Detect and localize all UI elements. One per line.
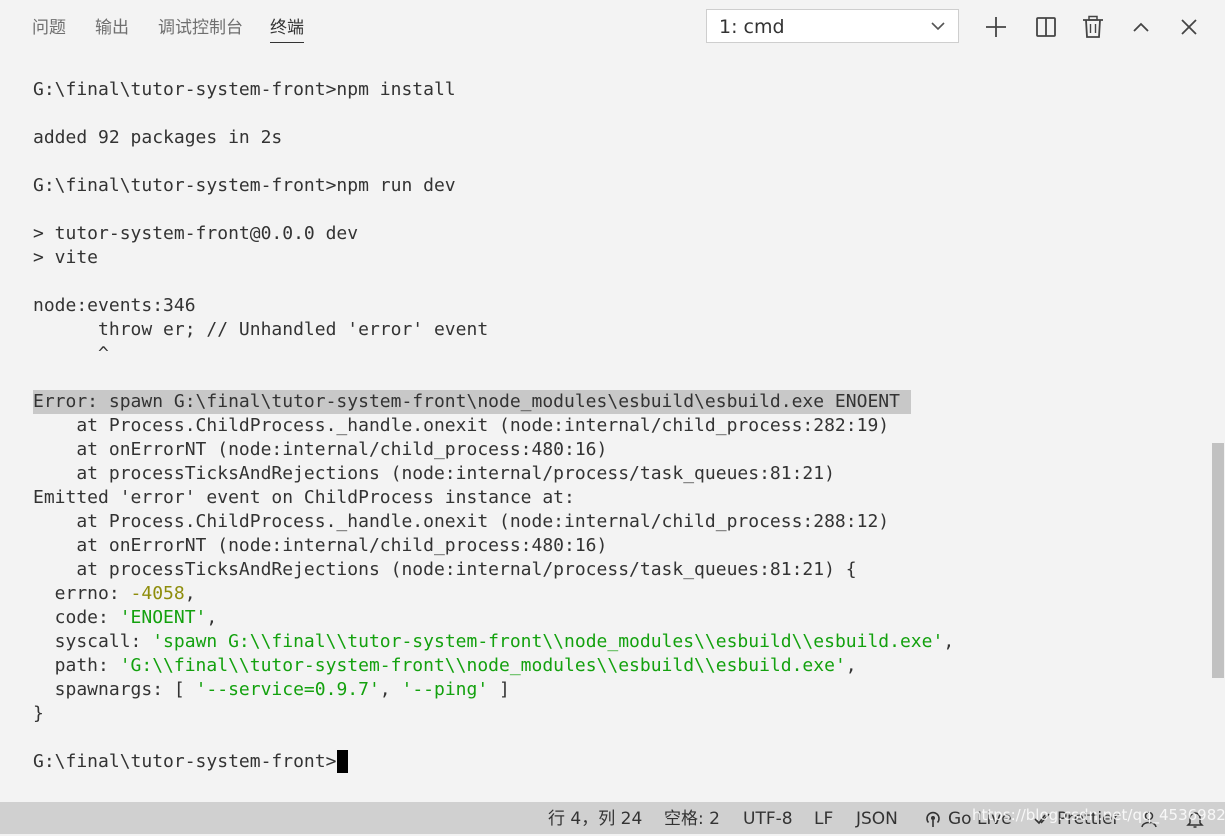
comma: , — [845, 655, 857, 676]
tab-terminal[interactable]: 终端 — [270, 16, 304, 43]
chevron-up-icon — [1133, 22, 1149, 32]
terminal-line: G:\final\tutor-system-front>npm run dev — [33, 175, 456, 196]
terminal-prompt-line[interactable]: G:\final\tutor-system-front> — [33, 750, 349, 774]
end-of-line[interactable]: LF — [814, 802, 833, 834]
separator: , — [379, 679, 402, 700]
kill-terminal-button[interactable] — [1080, 14, 1106, 40]
path-key: path: — [33, 655, 120, 676]
maximize-panel-button[interactable] — [1128, 14, 1154, 40]
tab-output[interactable]: 输出 — [95, 16, 129, 42]
terminal-line-selected: Error: spawn G:\final\tutor-system-front… — [33, 390, 911, 414]
terminal-line: at processTicksAndRejections (node:inter… — [33, 463, 835, 484]
spawnargs-value-1: '--service=0.9.7' — [195, 679, 380, 700]
terminal-line: node:events:346 — [33, 295, 196, 316]
prompt: G:\final\tutor-system-front> — [33, 751, 337, 772]
comma: , — [184, 583, 196, 604]
tab-problems[interactable]: 问题 — [32, 16, 66, 42]
terminal-line: spawnargs: [ '--service=0.9.7', '--ping'… — [33, 678, 510, 702]
bracket-close: ] — [488, 679, 510, 700]
syscall-key: syscall: — [33, 631, 153, 652]
terminal-line: path: 'G:\\final\\tutor-system-front\\no… — [33, 654, 857, 678]
terminal-line: code: 'ENOENT', — [33, 606, 218, 630]
code-key: code: — [33, 607, 120, 628]
close-icon — [1181, 19, 1197, 35]
terminal-cursor — [337, 750, 349, 773]
terminal-line: throw er; // Unhandled 'error' event — [33, 319, 489, 340]
terminal-select-value: 1: cmd — [719, 16, 785, 38]
language-mode[interactable]: JSON — [856, 802, 898, 834]
close-panel-button[interactable] — [1176, 14, 1202, 40]
errno-value: -4058 — [130, 583, 185, 604]
terminal-line: ^ — [33, 343, 109, 364]
comma: , — [943, 631, 955, 652]
split-terminal-button[interactable] — [1033, 14, 1059, 40]
terminal-line: errno: -4058, — [33, 582, 196, 606]
terminal-line: at onErrorNT (node:internal/child_proces… — [33, 535, 608, 556]
spawnargs-value-2: '--ping' — [401, 679, 489, 700]
terminal-line: } — [33, 703, 44, 724]
trash-icon — [1083, 15, 1103, 38]
terminal-line: at Process.ChildProcess._handle.onexit (… — [33, 415, 890, 436]
code-value: 'ENOENT' — [119, 607, 207, 628]
broadcast-icon — [926, 811, 940, 827]
terminal-line: G:\final\tutor-system-front>npm install — [33, 79, 456, 100]
terminal-select[interactable]: 1: cmd — [706, 9, 959, 43]
new-terminal-button[interactable] — [983, 14, 1009, 40]
indentation[interactable]: 空格: 2 — [664, 802, 720, 834]
terminal-line: at Process.ChildProcess._handle.onexit (… — [33, 511, 890, 532]
terminal-line: Emitted 'error' event on ChildProcess in… — [33, 487, 575, 508]
panel-header: 问题 输出 调试控制台 终端 1: cmd — [0, 0, 1225, 58]
split-icon — [1036, 17, 1056, 37]
terminal-line: added 92 packages in 2s — [33, 127, 283, 148]
file-encoding[interactable]: UTF-8 — [743, 802, 793, 834]
syscall-value: 'spawn G:\\final\\tutor-system-front\\no… — [152, 631, 944, 652]
comma: , — [206, 607, 218, 628]
terminal-line: at onErrorNT (node:internal/child_proces… — [33, 439, 608, 460]
spawnargs-key: spawnargs: [ — [33, 679, 196, 700]
errno-key: errno: — [33, 583, 131, 604]
chevron-down-icon — [931, 22, 945, 31]
cursor-position[interactable]: 行 4，列 24 — [548, 802, 642, 834]
path-value: 'G:\\final\\tutor-system-front\\node_mod… — [119, 655, 846, 676]
terminal-line: syscall: 'spawn G:\\final\\tutor-system-… — [33, 630, 955, 654]
watermark: https://blog.csdn.net/qq_45369827 — [972, 806, 1225, 824]
terminal-scrollbar[interactable] — [1212, 443, 1224, 678]
terminal-line: > tutor-system-front@0.0.0 dev — [33, 223, 359, 244]
terminal-line: at processTicksAndRejections (node:inter… — [33, 559, 857, 580]
terminal-output[interactable]: G:\final\tutor-system-front>npm install … — [0, 58, 1225, 802]
tab-debug-console[interactable]: 调试控制台 — [158, 16, 243, 42]
terminal-line: > vite — [33, 247, 99, 268]
plus-icon — [986, 17, 1006, 37]
